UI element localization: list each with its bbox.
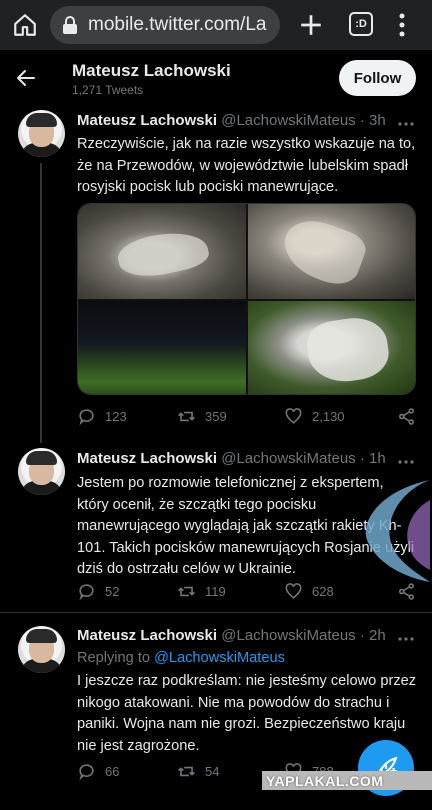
retweet-button[interactable]: 119 (177, 582, 226, 601)
tweet-header: Mateusz Lachowski @LachowskiMateus · 2h (77, 627, 386, 644)
retweet-icon (178, 411, 195, 422)
share-icon (398, 408, 415, 425)
tabs-icon[interactable]: :D (349, 12, 373, 36)
retweet-button[interactable]: 359 (177, 407, 227, 426)
share-button[interactable] (397, 407, 425, 426)
author-name[interactable]: Mateusz Lachowski (77, 112, 217, 129)
avatar[interactable] (18, 448, 65, 495)
reply-icon (79, 584, 94, 601)
reply-count: 123 (105, 409, 127, 424)
more-icon[interactable] (398, 459, 414, 465)
tweet-1[interactable]: Mateusz Lachowski @LachowskiMateus · 3h … (0, 107, 432, 443)
author-name[interactable]: Mateusz Lachowski (77, 627, 217, 644)
author-handle[interactable]: @LachowskiMateus · 2h (221, 627, 385, 644)
retweet-count: 119 (205, 584, 226, 599)
site-watermark: YAPLAKAL.COM (262, 771, 432, 790)
replying-to: Replying to @LachowskiMateus (77, 650, 285, 666)
reply-count: 66 (105, 764, 120, 779)
back-arrow-icon[interactable] (14, 66, 38, 90)
media-photo-3[interactable] (78, 301, 246, 394)
address-bar[interactable]: mobile.twitter.com/La (50, 6, 280, 44)
tweet-count: 1,271 Tweets (72, 83, 144, 97)
reply-button[interactable]: 52 (77, 582, 119, 601)
retweet-icon (178, 586, 195, 597)
media-grid[interactable] (77, 203, 416, 395)
tweet-header: Mateusz Lachowski @LachowskiMateus · 1h (77, 450, 386, 467)
like-icon (285, 408, 302, 424)
like-button[interactable]: 628 (284, 582, 334, 601)
tweet-actions: 123 359 2,130 (77, 407, 417, 427)
browser-toolbar: mobile.twitter.com/La :D (0, 0, 432, 50)
like-count: 2,130 (312, 409, 345, 424)
lock-icon (63, 16, 77, 34)
more-icon[interactable] (398, 636, 414, 642)
reply-button[interactable]: 123 (77, 407, 127, 426)
author-handle[interactable]: @LachowskiMateus · 3h (221, 112, 385, 129)
reply-count: 52 (105, 584, 120, 599)
retweet-count: 54 (205, 764, 220, 779)
tweet-text: Rzeczywiście, jak na razie wszystko wska… (77, 136, 416, 195)
reply-button[interactable]: 66 (77, 762, 119, 781)
tweet-text: I jeszcze raz podkreślam: nie jesteśmy c… (77, 673, 417, 754)
plus-icon[interactable] (298, 12, 324, 38)
retweet-icon (178, 766, 195, 777)
watermark-decoration (365, 480, 430, 582)
author-name[interactable]: Mateusz Lachowski (77, 450, 217, 467)
url-text: mobile.twitter.com/La (88, 14, 267, 35)
like-count: 628 (312, 584, 334, 599)
replying-to-link[interactable]: @LachowskiMateus (154, 650, 285, 666)
follow-button[interactable]: Follow (339, 60, 416, 96)
avatar[interactable] (18, 626, 65, 673)
home-icon[interactable] (12, 12, 38, 38)
tweet-header: Mateusz Lachowski @LachowskiMateus · 3h (77, 112, 386, 129)
kebab-icon[interactable] (396, 12, 408, 38)
profile-header: Mateusz Lachowski 1,271 Tweets Follow (0, 50, 432, 107)
retweet-button[interactable]: 54 (177, 762, 219, 781)
replying-prefix: Replying to (77, 650, 151, 666)
author-handle[interactable]: @LachowskiMateus · 1h (221, 450, 385, 467)
retweet-count: 359 (205, 409, 227, 424)
like-icon (285, 583, 302, 599)
more-icon[interactable] (398, 121, 414, 127)
profile-name: Mateusz Lachowski (72, 61, 231, 80)
like-button[interactable]: 2,130 (284, 407, 345, 426)
reply-icon (79, 409, 94, 426)
reply-icon (79, 764, 94, 781)
thread-line (40, 163, 42, 443)
avatar[interactable] (18, 110, 65, 157)
